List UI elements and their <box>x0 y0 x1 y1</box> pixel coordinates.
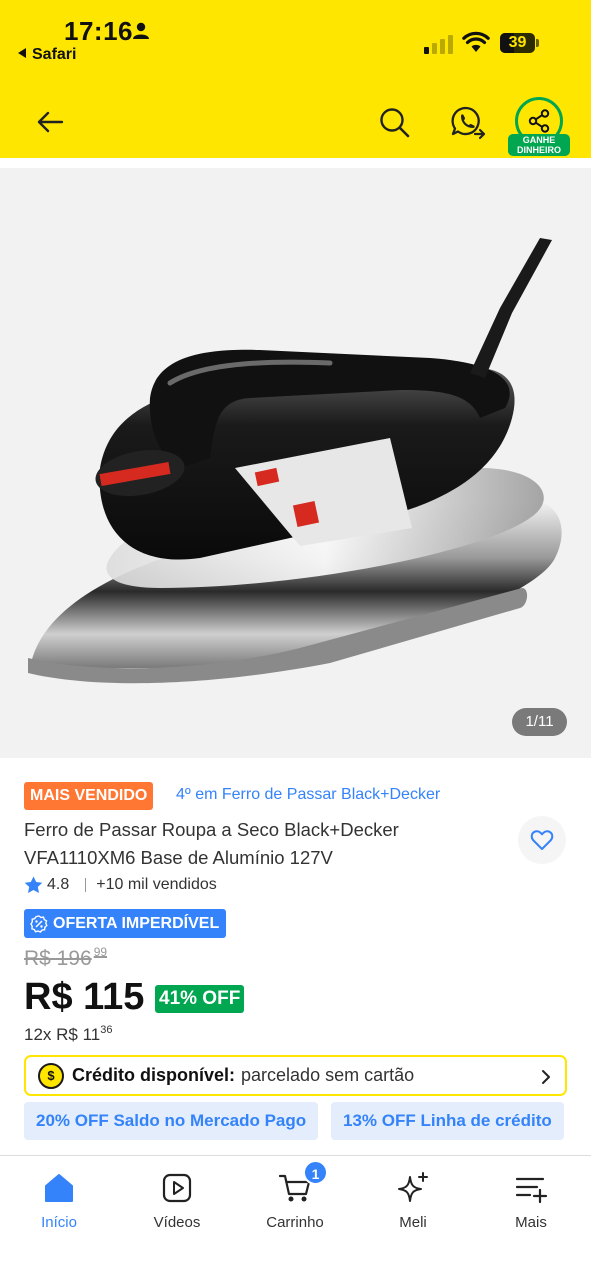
star-icon <box>24 876 43 893</box>
back-triangle-icon <box>18 48 26 58</box>
favorite-button[interactable] <box>518 816 566 864</box>
category-ranking-link[interactable]: 4º em Ferro de Passar Black+Decker <box>176 786 440 804</box>
best-seller-badge: MAIS VENDIDO <box>24 782 154 810</box>
search-icon[interactable] <box>378 106 412 140</box>
whatsapp-share-icon[interactable] <box>450 104 488 142</box>
person-icon <box>133 22 149 39</box>
home-icon <box>45 1174 73 1202</box>
nav-label: Início <box>41 1214 77 1231</box>
rating-row[interactable]: 4.8 +10 mil vendidos <box>24 874 217 896</box>
nav-label: Meli <box>399 1214 427 1231</box>
nav-label: Carrinho <box>266 1214 324 1231</box>
share-icon <box>528 109 550 133</box>
menu-plus-icon <box>515 1177 548 1204</box>
nav-inicio[interactable]: Início <box>4 1168 114 1231</box>
deal-badge: OFERTA IMPERDÍVEL <box>24 909 227 938</box>
sold-count: +10 mil vendidos <box>96 876 217 893</box>
nav-carrinho[interactable]: 1 Carrinho <box>240 1160 350 1231</box>
original-price: R$ 196 99 <box>24 945 108 970</box>
credit-title: Crédito disponível: <box>72 1065 236 1085</box>
status-time: 17:16 <box>64 16 133 46</box>
product-image <box>28 238 562 684</box>
back-to-safari[interactable]: Safari <box>18 46 76 64</box>
product-title: Ferro de Passar Roupa a Seco Black+Decke… <box>24 819 399 868</box>
wifi-icon <box>462 31 490 52</box>
arrow-left-icon[interactable] <box>34 106 66 138</box>
nav-label: Mais <box>515 1214 547 1231</box>
battery-indicator: 39 <box>500 33 540 53</box>
cart-count-badge: 1 <box>303 1160 328 1185</box>
current-price: R$ 115 <box>24 976 145 1018</box>
coin-icon: $ <box>38 1062 64 1089</box>
rating-value: 4.8 <box>47 876 70 893</box>
nav-videos[interactable]: Vídeos <box>122 1168 232 1231</box>
top-bar: 17:16 Safari 39 GANHE DINHEIRO <box>0 0 591 158</box>
promo-credit-line[interactable]: 13% OFF Linha de crédito <box>331 1102 564 1140</box>
promo-mercado-pago[interactable]: 20% OFF Saldo no Mercado Pago <box>24 1102 319 1140</box>
nav-meli[interactable]: Meli <box>358 1168 468 1231</box>
signal-icon <box>424 35 453 54</box>
battery-level: 39 <box>508 34 527 51</box>
video-play-icon <box>162 1173 192 1203</box>
credit-description: parcelado sem cartão <box>241 1065 415 1085</box>
installments: 12x R$ 1136 <box>24 1024 113 1044</box>
share-tag-label: GANHE DINHEIRO <box>508 134 570 156</box>
bottom-navigation: Início Vídeos 1 Carrinho Meli Mais <box>0 1155 591 1280</box>
chevron-right-icon <box>542 1070 550 1084</box>
discount-seal-icon <box>30 914 48 933</box>
product-image-gallery[interactable]: 1/11 <box>0 168 591 758</box>
share-earn-button[interactable]: GANHE DINHEIRO <box>508 96 570 158</box>
heart-icon <box>530 830 554 850</box>
nav-label: Vídeos <box>153 1214 201 1231</box>
divider <box>85 878 87 892</box>
discount-badge: 41% OFF <box>155 985 245 1013</box>
nav-mais[interactable]: Mais <box>476 1168 586 1231</box>
sparkle-icon <box>398 1172 428 1202</box>
credit-available-banner[interactable]: $ Crédito disponível: parcelado sem cart… <box>24 1055 567 1096</box>
image-counter: 1/11 <box>512 708 567 736</box>
